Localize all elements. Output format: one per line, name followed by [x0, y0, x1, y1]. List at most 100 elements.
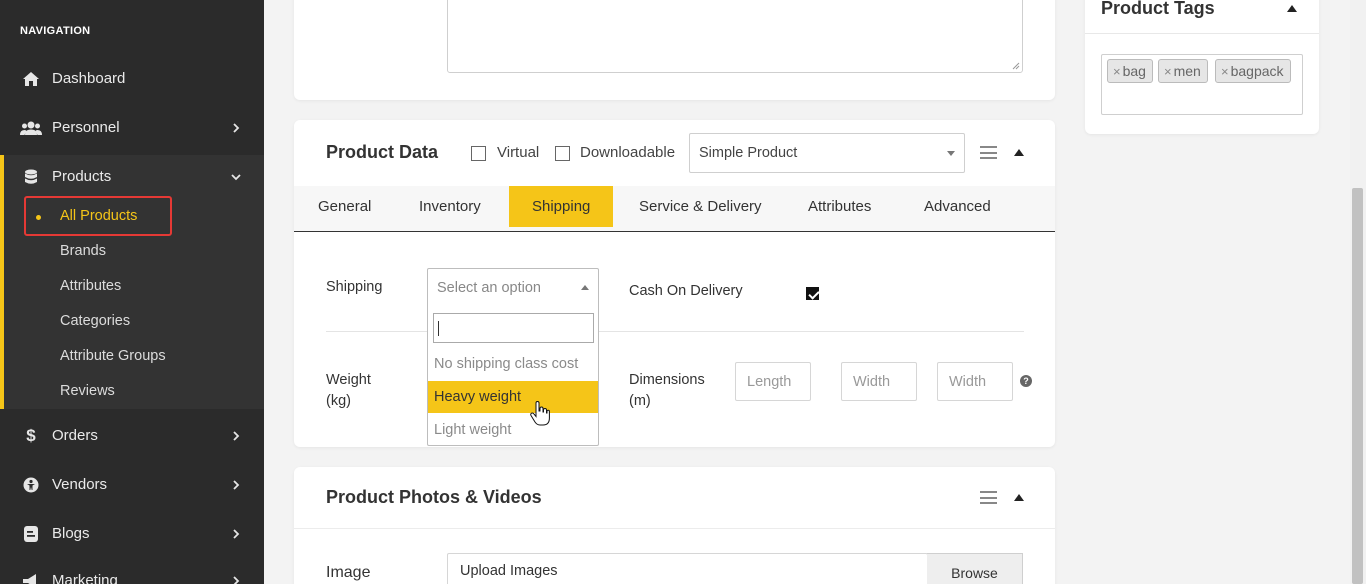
- home-icon: [20, 70, 42, 88]
- sidebar-item-label: Marketing: [52, 572, 118, 584]
- drag-handle-icon[interactable]: [980, 491, 997, 504]
- tag-label: bag: [1122, 63, 1146, 79]
- tag-label: men: [1173, 63, 1201, 79]
- tab-service-delivery[interactable]: Service & Delivery: [639, 186, 762, 227]
- cod-checkbox[interactable]: [806, 287, 819, 300]
- sidebar-item-marketing[interactable]: Marketing: [0, 556, 264, 584]
- sidebar-item-label: Products: [52, 168, 112, 185]
- dropdown-search-input[interactable]: [433, 313, 594, 343]
- cod-label: Cash On Delivery: [629, 283, 743, 299]
- caret-up-icon: [581, 285, 589, 290]
- collapse-tags-icon[interactable]: [1287, 5, 1297, 12]
- tag-chip[interactable]: × bagpack: [1215, 59, 1291, 83]
- active-dot-icon: [36, 215, 41, 220]
- product-photos-title: Product Photos & Videos: [326, 487, 542, 507]
- sidebar-item-label: Vendors: [52, 476, 108, 493]
- remove-tag-icon[interactable]: ×: [1221, 64, 1229, 79]
- weight-label-line: Weight: [326, 372, 371, 388]
- collapse-product-data-icon[interactable]: [1014, 149, 1024, 156]
- sidebar-item-dashboard[interactable]: Dashboard: [0, 54, 264, 103]
- page-scrollbar[interactable]: [1350, 0, 1366, 584]
- tab-shipping[interactable]: Shipping: [509, 186, 614, 227]
- upload-images-input[interactable]: Upload Images: [447, 553, 928, 584]
- chevron-right-icon: [233, 479, 240, 490]
- help-icon[interactable]: ?: [1020, 375, 1032, 387]
- megaphone-icon: [20, 572, 42, 584]
- subitem-label: All Products: [60, 208, 138, 224]
- tab-attributes[interactable]: Attributes: [808, 186, 871, 227]
- photos-divider: [294, 528, 1055, 529]
- chevron-right-icon: [233, 575, 240, 584]
- sidebar-item-label: Orders: [52, 427, 98, 444]
- tab-advanced[interactable]: Advanced: [924, 186, 991, 227]
- dropdown-option[interactable]: No shipping class cost: [428, 348, 598, 380]
- tab-inventory[interactable]: Inventory: [419, 186, 481, 227]
- collapse-photos-icon[interactable]: [1014, 494, 1024, 501]
- tag-chip[interactable]: × bag: [1107, 59, 1153, 83]
- remove-tag-icon[interactable]: ×: [1113, 64, 1121, 79]
- text-cursor: [438, 321, 439, 336]
- hand-cursor-icon: [530, 401, 550, 426]
- sidebar-subitem-categories[interactable]: Categories: [60, 313, 130, 329]
- sidebar-subitem-brands[interactable]: Brands: [60, 243, 106, 259]
- sidebar-item-blogs[interactable]: Blogs: [0, 509, 264, 558]
- weight-label: Weight (kg): [326, 370, 371, 412]
- dropdown-option-highlighted[interactable]: Heavy weight: [428, 381, 598, 413]
- width-input[interactable]: Width: [841, 362, 917, 401]
- caret-down-icon: [947, 151, 955, 156]
- shipping-class-dropdown[interactable]: Select an option No shipping class cost …: [427, 268, 599, 446]
- tags-divider: [1085, 33, 1319, 34]
- sidebar-subitem-all-products[interactable]: All Products: [24, 196, 172, 236]
- tab-general[interactable]: General: [318, 186, 371, 227]
- sidebar-item-label: Personnel: [52, 119, 120, 136]
- database-icon: [20, 168, 42, 186]
- sidebar-item-vendors[interactable]: Vendors: [0, 460, 264, 509]
- sidebar-subitem-attribute-groups[interactable]: Attribute Groups: [60, 348, 166, 364]
- length-input[interactable]: Length: [735, 362, 811, 401]
- chevron-down-icon: [231, 173, 241, 180]
- sidebar: NAVIGATION Dashboard Personnel Products …: [0, 0, 264, 584]
- nav-heading: NAVIGATION: [20, 25, 91, 37]
- resize-handle-icon[interactable]: [1012, 62, 1020, 70]
- remove-tag-icon[interactable]: ×: [1164, 64, 1172, 79]
- product-data-tabs: General Inventory Shipping Service & Del…: [294, 186, 1055, 232]
- shipping-select-display[interactable]: Select an option: [428, 269, 598, 307]
- product-type-value: Simple Product: [699, 145, 798, 161]
- chevron-right-icon: [233, 122, 240, 133]
- sidebar-item-label: Dashboard: [52, 70, 126, 87]
- dimensions-label-line: Dimensions: [629, 372, 705, 388]
- shipping-label: Shipping: [326, 279, 383, 295]
- dropdown-option[interactable]: Light weight: [428, 414, 598, 446]
- drag-handle-icon[interactable]: [980, 146, 997, 159]
- sidebar-subitem-reviews[interactable]: Reviews: [60, 383, 115, 399]
- vendor-icon: [20, 476, 42, 494]
- weight-unit-line: (kg): [326, 393, 351, 409]
- sidebar-item-products[interactable]: Products: [0, 152, 264, 201]
- downloadable-checkbox[interactable]: [555, 146, 570, 161]
- downloadable-label: Downloadable: [580, 144, 676, 161]
- virtual-checkbox[interactable]: [471, 146, 486, 161]
- blog-icon: [20, 525, 42, 543]
- chevron-right-icon: [233, 528, 240, 539]
- image-label: Image: [326, 564, 371, 581]
- tag-label: bagpack: [1230, 63, 1284, 79]
- scrollbar-thumb[interactable]: [1352, 188, 1363, 584]
- sidebar-subitem-attributes[interactable]: Attributes: [60, 278, 121, 294]
- sidebar-item-personnel[interactable]: Personnel: [0, 103, 264, 152]
- sidebar-item-orders[interactable]: $ Orders: [0, 411, 264, 460]
- sidebar-item-label: Blogs: [52, 525, 90, 542]
- virtual-label: Virtual: [497, 144, 540, 161]
- product-tags-title: Product Tags: [1101, 0, 1215, 18]
- dollar-icon: $: [26, 425, 36, 445]
- tag-chip[interactable]: × men: [1158, 59, 1208, 83]
- browse-button[interactable]: Browse: [927, 553, 1023, 584]
- dimensions-label: Dimensions (m): [629, 370, 705, 412]
- shipping-placeholder: Select an option: [437, 280, 541, 296]
- product-type-select[interactable]: Simple Product: [689, 133, 965, 173]
- chevron-right-icon: [233, 430, 240, 441]
- users-icon: [20, 119, 42, 137]
- height-input[interactable]: Width: [937, 362, 1013, 401]
- dimensions-unit-line: (m): [629, 393, 651, 409]
- description-textarea[interactable]: [447, 0, 1023, 73]
- product-data-title: Product Data: [326, 142, 439, 162]
